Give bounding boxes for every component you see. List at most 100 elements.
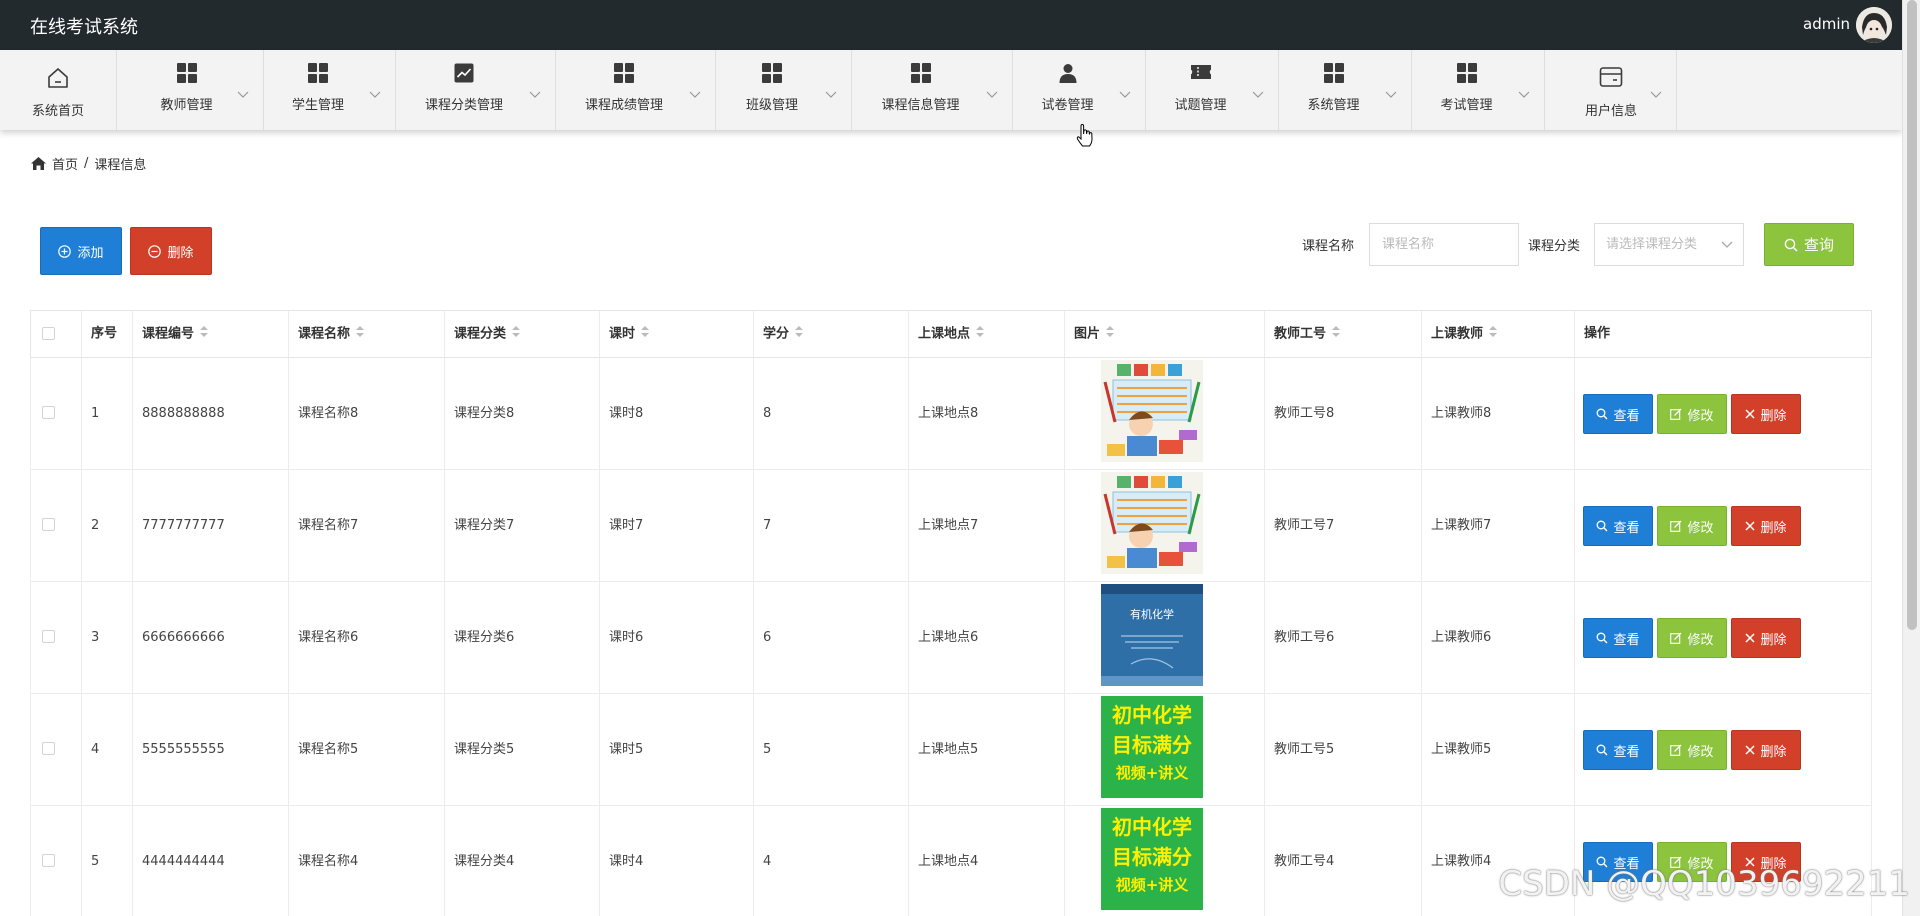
column-divider [1421,694,1422,806]
course-category-label: 课程分类 [1528,239,1581,254]
batch-delete-button[interactable]: 删除 [130,227,212,275]
search-icon [1596,632,1608,644]
column-divider [1574,582,1575,694]
cell-index: 2 [91,518,100,533]
edit-button[interactable]: 修改 [1657,618,1727,658]
delete-button[interactable]: 删除 [1731,394,1801,434]
sort-icon[interactable] [795,311,804,357]
avatar[interactable] [1856,7,1892,43]
column-header[interactable]: 课程名称 [288,311,444,357]
column-header[interactable]: 图片 [1064,311,1264,357]
row-checkbox[interactable] [42,406,55,419]
column-divider [753,358,754,470]
sort-icon[interactable] [356,311,365,357]
sort-icon[interactable] [1332,311,1341,357]
column-divider [908,311,909,357]
grid-icon [841,63,1000,83]
column-header-label: 上课教师 [1431,326,1484,342]
nav-item-12[interactable]: 用户信息 [1546,50,1677,130]
column-divider [1574,694,1575,806]
nav-item-11[interactable]: 考试管理 [1413,50,1545,130]
column-divider [81,470,82,582]
delete-button[interactable]: 删除 [1731,506,1801,546]
breadcrumb: 首页 / 课程信息 [31,154,146,173]
nav-label: 系统管理 [1307,98,1360,113]
course-name-input[interactable] [1369,223,1519,266]
thumbnail-line-1: 初中化学 [1112,703,1192,727]
thumbnail-line-3: 视频+讲义 [1115,876,1189,894]
edit-button[interactable]: 修改 [1657,730,1727,770]
column-header[interactable]: 课程编号 [132,311,288,357]
username[interactable]: admin [1803,15,1850,33]
delete-button[interactable]: 删除 [1731,618,1801,658]
sort-icon[interactable] [976,311,985,357]
sort-icon[interactable] [512,311,521,357]
nav-item-3[interactable]: 学生管理 [265,50,396,130]
row-checkbox[interactable] [42,742,55,755]
row-checkbox[interactable] [42,854,55,867]
column-header[interactable]: 课时 [599,311,753,357]
course-category-select[interactable]: 请选择课程分类 [1594,223,1744,266]
batch-delete-label: 删除 [167,245,194,261]
column-divider [1421,582,1422,694]
edit-button[interactable]: 修改 [1657,394,1727,434]
column-header[interactable]: 上课教师 [1421,311,1574,357]
chevron-down-icon [825,84,837,98]
nav-item-4[interactable]: 课程分类管理 [397,50,556,130]
row-checkbox[interactable] [42,630,55,643]
select-all-checkbox[interactable] [42,327,55,340]
column-header[interactable]: 学分 [753,311,908,357]
column-divider [132,806,133,916]
nav-item-2[interactable]: 教师管理 [134,50,264,130]
nav-item-10[interactable]: 系统管理 [1280,50,1412,130]
sort-icon[interactable] [1106,311,1115,357]
cell-category: 课程分类6 [454,630,515,645]
home-icon [31,157,46,170]
query-button-label: 查询 [1803,236,1834,254]
column-header[interactable]: 上课地点 [908,311,1064,357]
view-button[interactable]: 查看 [1583,730,1653,770]
cell-index: 4 [91,742,100,757]
chevron-down-icon [237,84,249,98]
nav-label: 课程信息管理 [881,98,960,113]
sort-icon[interactable] [641,311,650,357]
search-icon [1596,744,1608,756]
column-divider [1574,358,1575,470]
cell-teacher-id: 教师工号5 [1274,742,1335,757]
nav-item-5[interactable]: 课程成绩管理 [557,50,716,130]
nav-item-1[interactable]: 系统首页 [0,50,117,130]
page-scrollbar[interactable] [1902,0,1920,916]
column-header[interactable]: 教师工号 [1264,311,1421,357]
scrollbar-thumb[interactable] [1907,0,1917,630]
sort-icon[interactable] [1489,311,1498,357]
course-thumbnail: 初中化学 目标满分 视频+讲义 [1101,808,1203,910]
view-button[interactable]: 查看 [1583,618,1653,658]
nav-item-7[interactable]: 课程信息管理 [853,50,1013,130]
column-divider [81,806,82,916]
column-header-label: 图片 [1074,326,1101,342]
breadcrumb-home[interactable]: 首页 [52,154,78,173]
edit-button[interactable]: 修改 [1657,506,1727,546]
nav-item-9[interactable]: 试题管理 [1147,50,1279,130]
cell-name: 课程名称8 [298,406,359,421]
column-divider [1264,470,1265,582]
column-header[interactable]: 课程分类 [444,311,599,357]
query-button[interactable]: 查询 [1764,223,1854,266]
delete-button[interactable]: 删除 [1731,730,1801,770]
sort-icon[interactable] [200,311,209,357]
column-divider [132,470,133,582]
delete-button-label: 删除 [1760,744,1787,760]
nav-item-6[interactable]: 班级管理 [717,50,852,130]
view-button[interactable]: 查看 [1583,506,1653,546]
add-button[interactable]: 添加 [40,227,122,275]
row-checkbox[interactable] [42,518,55,531]
edit-icon [1670,408,1682,420]
cell-category: 课程分类4 [454,854,515,869]
cell-teacher-id: 教师工号4 [1274,854,1335,869]
view-button[interactable]: 查看 [1583,394,1653,434]
minus-circle-icon [148,244,162,258]
cell-credit: 6 [763,630,772,645]
main-nav: 系统首页 教师管理 学生管理 课程分类管理 课程成绩管理 班级管理 课程信息管理 试卷管理 试题… [0,50,1902,130]
nav-item-8[interactable]: 试卷管理 [1014,50,1146,130]
nav-label: 试卷管理 [1041,98,1094,113]
